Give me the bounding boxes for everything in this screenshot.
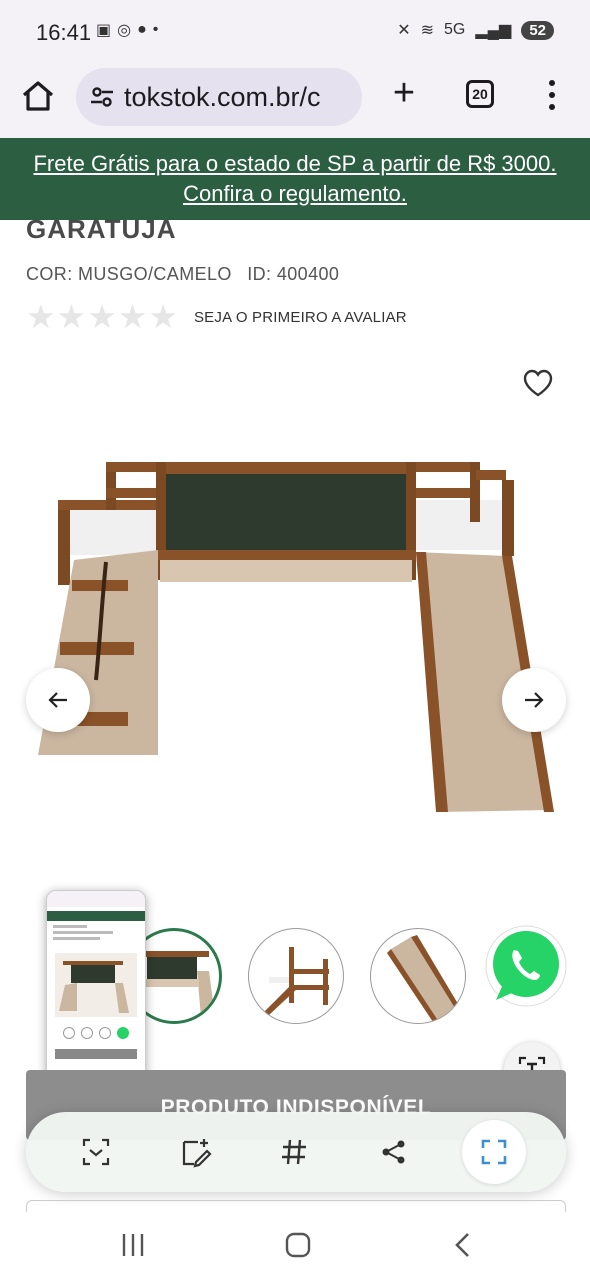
notification-icons: ▣ ◎ ● •	[96, 20, 158, 40]
more-vert-icon[interactable]	[542, 78, 562, 112]
system-icons: ✕ ≋ 5G ▂▄▆ 52	[397, 20, 554, 40]
home-icon[interactable]	[18, 76, 58, 116]
thumbnail-image	[387, 935, 465, 1023]
product-color: COR: MUSGO/CAMELO	[26, 264, 232, 284]
thumbnail-image	[263, 947, 329, 1015]
screenshot-preview[interactable]	[46, 890, 146, 1096]
battery-icon: 52	[521, 20, 554, 40]
status-time: 16:41	[36, 20, 92, 45]
tune-icon[interactable]	[88, 83, 116, 111]
dot-icon: •	[152, 21, 159, 38]
recent-apps-icon[interactable]	[120, 1232, 146, 1258]
product-title: GARATUJA	[26, 214, 177, 244]
gallery-next-button[interactable]	[502, 668, 566, 732]
capture-toolbar	[26, 1112, 566, 1192]
thumbnail-2[interactable]	[248, 928, 344, 1024]
capture-icon[interactable]	[462, 1120, 526, 1184]
arrow-right-icon	[525, 692, 544, 708]
thumbnail-3[interactable]	[370, 928, 466, 1024]
product-id: ID: 400400	[247, 264, 340, 284]
weather-icon: ●	[137, 21, 147, 38]
star-icon[interactable]: ★	[26, 300, 56, 333]
product-meta: COR: MUSGO/CAMELO ID: 400400	[26, 264, 339, 285]
whatsapp-icon: ◎	[117, 22, 132, 39]
mute-icon: ✕	[397, 22, 411, 39]
signal-icon: ▂▄▆	[475, 22, 512, 39]
promo-link[interactable]: Frete Grátis para o estado de SP a parti…	[33, 151, 556, 206]
browser-toolbar: tokstok.com.br/c + 20	[0, 64, 590, 138]
home-nav-icon[interactable]	[285, 1232, 311, 1258]
share-icon[interactable]	[374, 1132, 414, 1172]
product-image[interactable]	[30, 440, 560, 830]
screenshot-icon: ▣	[96, 22, 112, 39]
network-label: 5G	[444, 21, 466, 38]
rating[interactable]: ★ ★ ★ ★ ★ SEJA O PRIMEIRO A AVALIAR	[26, 300, 407, 333]
rating-text[interactable]: SEJA O PRIMEIRO A AVALIAR	[194, 309, 407, 326]
favorite-heart-icon[interactable]	[522, 368, 554, 398]
tabs-icon[interactable]: 20	[466, 80, 494, 108]
star-icon[interactable]: ★	[148, 300, 178, 333]
gallery-prev-button[interactable]	[26, 668, 90, 732]
draw-icon[interactable]	[176, 1132, 216, 1172]
promo-banner: Frete Grátis para o estado de SP a parti…	[0, 138, 590, 220]
content-edge	[26, 1200, 566, 1212]
hashtag-icon[interactable]	[274, 1132, 314, 1172]
star-icon[interactable]: ★	[87, 300, 117, 333]
star-icon[interactable]: ★	[118, 300, 148, 333]
scan-icon[interactable]	[76, 1132, 116, 1172]
star-icon[interactable]: ★	[57, 300, 87, 333]
wifi-icon: ≋	[420, 22, 435, 39]
system-nav-bar	[0, 1212, 590, 1280]
plus-icon[interactable]: +	[386, 74, 422, 114]
whatsapp-button[interactable]	[484, 924, 568, 1008]
status-bar: 16:41 ▣ ◎ ● • ✕ ≋ 5G ▂▄▆ 52	[0, 0, 590, 64]
rating-stars[interactable]: ★ ★ ★ ★ ★	[26, 300, 178, 333]
url-bar[interactable]: tokstok.com.br/c	[76, 68, 362, 126]
url-text[interactable]: tokstok.com.br/c	[124, 82, 321, 113]
arrow-left-icon	[48, 692, 67, 708]
back-icon[interactable]	[452, 1232, 474, 1258]
